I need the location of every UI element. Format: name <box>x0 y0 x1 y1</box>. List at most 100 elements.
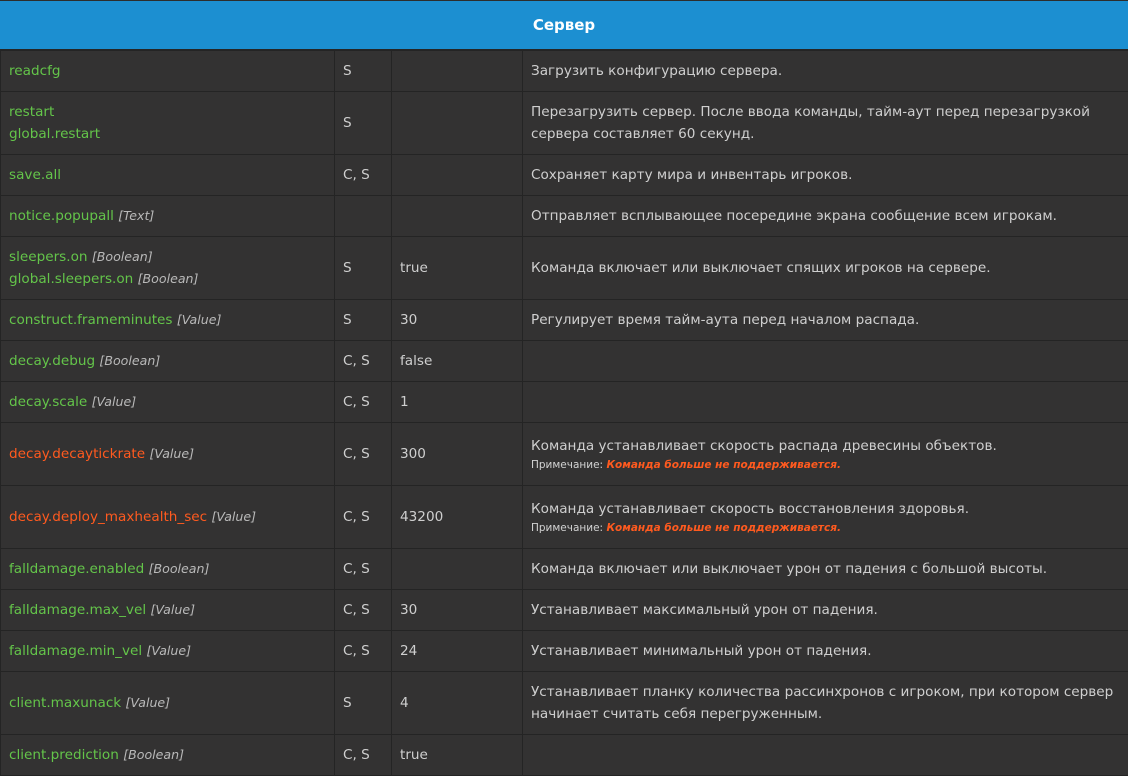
description-cell <box>522 734 1128 776</box>
note-text: Команда больше не поддерживается. <box>606 459 841 471</box>
command-name: global.sleepers.on <box>9 271 134 287</box>
scope-cell: C, S <box>334 381 392 423</box>
description-text: Загрузить конфигурацию сервера. <box>531 63 783 79</box>
command-name: decay.scale <box>9 394 88 410</box>
default-value: true <box>400 260 428 276</box>
table-row: falldamage.min_vel [Value] C, S 24 Устанавл… <box>0 630 1128 672</box>
argument-type: [Value] <box>146 643 192 658</box>
command-name: client.prediction <box>9 747 119 763</box>
command-cell: restart global.restart <box>0 91 335 155</box>
description-cell: Команда устанавливает скорость восстанов… <box>522 485 1128 549</box>
description-cell: Команда включает или выключает спящих иг… <box>522 236 1128 300</box>
command-cell: client.prediction [Boolean] <box>0 734 335 776</box>
command-cell: decay.decaytickrate [Value] <box>0 422 335 486</box>
command-cell: falldamage.min_vel [Value] <box>0 630 335 672</box>
scope-value: S <box>343 260 352 276</box>
default-value-cell <box>391 548 523 590</box>
scope-cell: C, S <box>334 340 392 382</box>
default-value-cell <box>391 154 523 196</box>
default-value: 300 <box>400 446 426 462</box>
command-name: falldamage.max_vel <box>9 602 147 618</box>
default-value: 43200 <box>400 509 444 525</box>
section-title: Сервер <box>532 16 596 34</box>
command-name: falldamage.min_vel <box>9 643 143 659</box>
description-text: Сохраняет карту мира и инвентарь игроков… <box>531 167 853 183</box>
command-line: decay.deploy_maxhealth_sec [Value] <box>9 506 326 528</box>
scope-cell <box>334 195 392 237</box>
command-name: readcfg <box>9 63 61 79</box>
table-row: client.prediction [Boolean] C, S true <box>0 734 1128 776</box>
argument-type: [Value] <box>176 312 222 327</box>
description-text: Устанавливает планку количества рассинхр… <box>531 684 1114 722</box>
command-line: client.maxunack [Value] <box>9 692 326 714</box>
default-value: 30 <box>400 602 418 618</box>
default-value: 24 <box>400 643 418 659</box>
table-row: decay.debug [Boolean] C, S false <box>0 340 1128 382</box>
commands-panel: Сервер readcfg S Загрузить конфигурацию се… <box>0 0 1128 776</box>
argument-type: [Value] <box>91 394 137 409</box>
description-cell: Команда включает или выключает урон от п… <box>522 548 1128 590</box>
command-cell: decay.debug [Boolean] <box>0 340 335 382</box>
table-row: decay.decaytickrate [Value] C, S 300 Команд… <box>0 422 1128 486</box>
command-name: decay.decaytickrate <box>9 446 146 462</box>
argument-type: [Boolean] <box>123 747 185 762</box>
scope-cell: S <box>334 671 392 735</box>
command-line: falldamage.min_vel [Value] <box>9 640 326 662</box>
table-row: client.maxunack [Value] S 4 Устанавливает п… <box>0 671 1128 735</box>
description-cell: Команда устанавливает скорость распада д… <box>522 422 1128 486</box>
command-cell: readcfg <box>0 50 335 92</box>
default-value-cell: 4 <box>391 671 523 735</box>
note-label: Примечание: <box>531 522 604 534</box>
scope-value: C, S <box>343 561 370 577</box>
command-cell: construct.frameminutes [Value] <box>0 299 335 341</box>
default-value-cell: 30 <box>391 589 523 631</box>
note-text: Команда больше не поддерживается. <box>606 522 841 534</box>
description-cell <box>522 381 1128 423</box>
default-value: 4 <box>400 695 409 711</box>
command-line: sleepers.on [Boolean] <box>9 246 326 268</box>
command-line: global.sleepers.on [Boolean] <box>9 268 326 290</box>
command-cell: falldamage.enabled [Boolean] <box>0 548 335 590</box>
default-value-cell <box>391 50 523 92</box>
description-cell: Устанавливает максимальный урон от паден… <box>522 589 1128 631</box>
command-line: client.prediction [Boolean] <box>9 744 326 766</box>
deprecation-note: Примечание: Команда больше не поддержива… <box>531 520 1120 536</box>
scope-cell: C, S <box>334 589 392 631</box>
table-row: decay.scale [Value] C, S 1 <box>0 381 1128 423</box>
command-line: notice.popupall [Text] <box>9 205 326 227</box>
table-row: sleepers.on [Boolean] global.sleepers.on … <box>0 236 1128 300</box>
argument-type: [Boolean] <box>137 271 199 286</box>
table-row: construct.frameminutes [Value] S 30 Регулир… <box>0 299 1128 341</box>
command-name: save.all <box>9 167 62 183</box>
command-name: falldamage.enabled <box>9 561 145 577</box>
default-value-cell: true <box>391 236 523 300</box>
command-line: global.restart <box>9 123 326 145</box>
description-text: Устанавливает максимальный урон от паден… <box>531 602 878 618</box>
default-value-cell: 43200 <box>391 485 523 549</box>
command-cell: save.all <box>0 154 335 196</box>
default-value-cell: 1 <box>391 381 523 423</box>
description-cell: Перезагрузить сервер. После ввода команд… <box>522 91 1128 155</box>
scope-value: C, S <box>343 353 370 369</box>
default-value: false <box>400 353 433 369</box>
command-name: client.maxunack <box>9 695 122 711</box>
description-text: Устанавливает минимальный урон от падени… <box>531 643 872 659</box>
command-name: restart <box>9 104 55 120</box>
default-value-cell <box>391 195 523 237</box>
scope-value: C, S <box>343 167 370 183</box>
command-line: decay.debug [Boolean] <box>9 350 326 372</box>
table-row: notice.popupall [Text] Отправляет всплыва… <box>0 195 1128 237</box>
scope-value: C, S <box>343 643 370 659</box>
command-name: decay.deploy_maxhealth_sec <box>9 509 208 525</box>
scope-value: C, S <box>343 394 370 410</box>
description-cell <box>522 340 1128 382</box>
argument-type: [Boolean] <box>148 561 210 576</box>
table-row: decay.deploy_maxhealth_sec [Value] C, S 43… <box>0 485 1128 549</box>
argument-type: [Value] <box>149 446 195 461</box>
scope-value: S <box>343 312 352 328</box>
commands-table: readcfg S Загрузить конфигурацию сервера. r… <box>0 50 1128 776</box>
deprecation-note: Примечание: Команда больше не поддержива… <box>531 457 1120 473</box>
command-cell: decay.scale [Value] <box>0 381 335 423</box>
scope-cell: S <box>334 236 392 300</box>
scope-cell: C, S <box>334 548 392 590</box>
